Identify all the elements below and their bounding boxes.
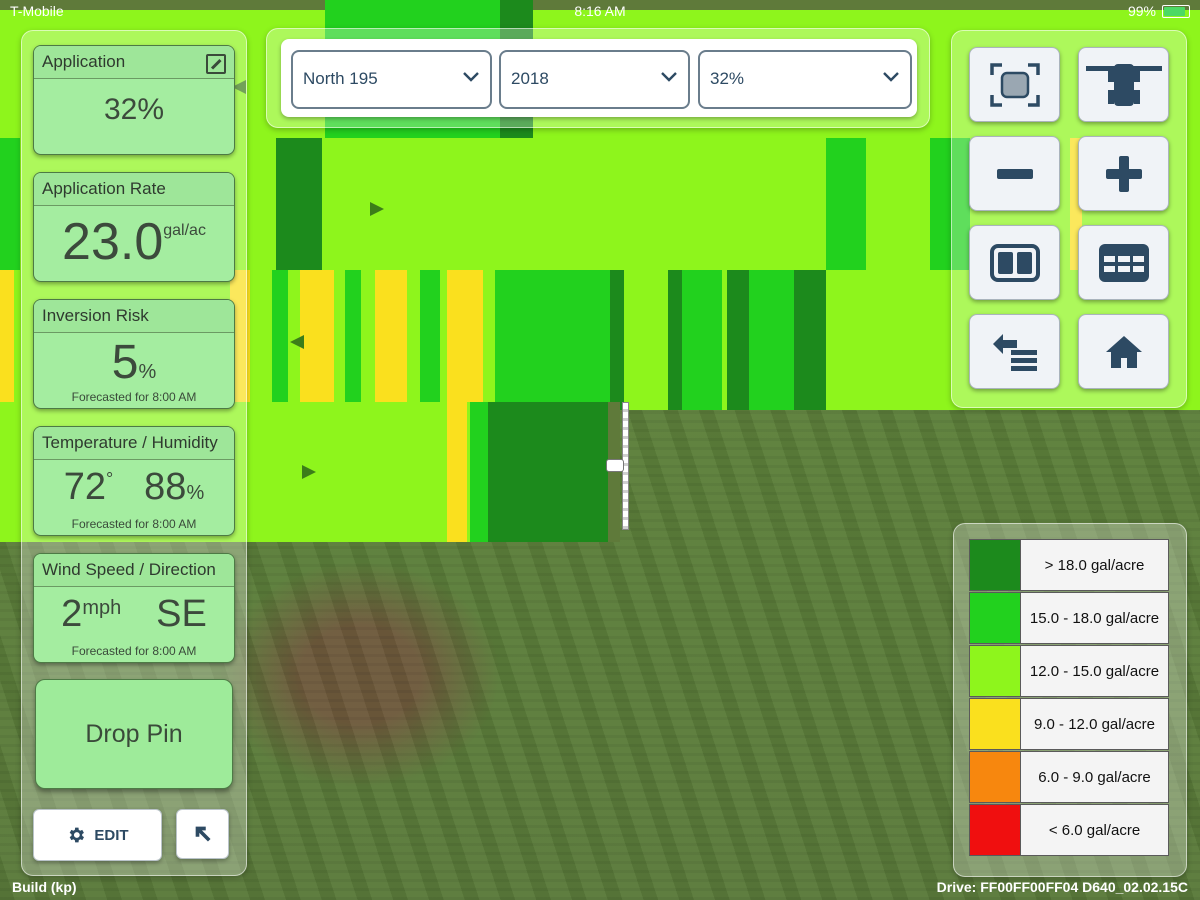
- edit-label: EDIT: [94, 826, 129, 844]
- legend-row: 9.0 - 12.0 gal/acre: [969, 698, 1169, 750]
- inversion-risk-value: 5: [111, 336, 139, 389]
- battery-percent: 99%: [1127, 3, 1156, 19]
- legend-swatch: [969, 592, 1021, 644]
- follow-vehicle-button[interactable]: [1078, 47, 1169, 122]
- humidity-value: 88: [144, 466, 187, 508]
- legend-swatch: [969, 698, 1021, 750]
- info-panel: Application 32% Application Rate 23.0gal…: [21, 30, 247, 876]
- application-rate-unit: gal/ac: [163, 222, 206, 239]
- card-title: Application Rate: [34, 173, 234, 206]
- chevron-down-icon: [883, 72, 899, 82]
- legend-label: 12.0 - 15.0 gal/acre: [1021, 645, 1169, 697]
- battery-indicator: 99%: [1128, 3, 1190, 19]
- split-view-icon: [989, 243, 1040, 282]
- travel-direction-arrow: [370, 202, 384, 216]
- clock: 8:16 AM: [574, 3, 626, 19]
- temperature-value: 72: [63, 466, 107, 508]
- year-dropdown[interactable]: 2018: [499, 50, 690, 109]
- drop-pin-button[interactable]: Drop Pin: [35, 679, 233, 789]
- home-button[interactable]: [1078, 314, 1169, 389]
- forecast-label: Forecasted for 8:00 AM: [71, 390, 197, 404]
- zoom-in-button[interactable]: [1078, 136, 1169, 211]
- swap-list-button[interactable]: [969, 314, 1060, 389]
- map-tools-panel: [951, 30, 1187, 408]
- legend-label: 9.0 - 12.0 gal/acre: [1021, 698, 1169, 750]
- card-title: Wind Speed / Direction: [34, 554, 234, 587]
- fit-screen-icon: [989, 62, 1040, 107]
- edit-icon[interactable]: [206, 54, 226, 74]
- zoom-out-button[interactable]: [969, 136, 1060, 211]
- inversion-risk-display: 5%: [34, 335, 234, 390]
- legend-row: 15.0 - 18.0 gal/acre: [969, 592, 1169, 644]
- table-icon: [1098, 243, 1149, 282]
- wind-speed-value: 2: [61, 593, 83, 635]
- temperature-humidity-card: Temperature / Humidity 72° 88% Forecaste…: [33, 426, 235, 536]
- card-title: Inversion Risk: [34, 300, 234, 333]
- tractor-icon: [1085, 63, 1162, 106]
- battery-icon: [1162, 4, 1190, 18]
- zoom-out-icon: [996, 168, 1033, 179]
- chevron-down-icon: [463, 72, 479, 82]
- selection-bar: North 195 2018 32%: [266, 28, 930, 128]
- rate-legend: > 18.0 gal/acre 15.0 - 18.0 gal/acre 12.…: [953, 523, 1187, 877]
- forecast-label: Forecasted for 8:00 AM: [71, 644, 197, 658]
- legend-swatch: [969, 804, 1021, 856]
- inversion-risk-unit: %: [138, 361, 157, 383]
- legend-row: 12.0 - 15.0 gal/acre: [969, 645, 1169, 697]
- chevron-down-icon: [661, 72, 677, 82]
- legend-label: 6.0 - 9.0 gal/acre: [1021, 751, 1169, 803]
- tractor-marker: [606, 459, 624, 472]
- wind-direction: SE: [156, 593, 207, 635]
- forecast-label: Forecasted for 8:00 AM: [71, 517, 197, 531]
- application-rate-value: 23.0: [62, 213, 164, 271]
- collapse-panel-button[interactable]: [176, 809, 229, 859]
- home-icon: [1105, 335, 1142, 368]
- split-view-button[interactable]: [969, 225, 1060, 300]
- arrow-up-left-icon: [195, 826, 211, 842]
- wind-display: 2mph SE: [34, 593, 234, 636]
- wind-speed-unit: mph: [82, 597, 122, 619]
- legend-row: < 6.0 gal/acre: [969, 804, 1169, 856]
- card-title: Temperature / Humidity: [34, 427, 234, 460]
- field-dropdown-value: North 195: [303, 69, 378, 88]
- legend-label: 15.0 - 18.0 gal/acre: [1021, 592, 1169, 644]
- travel-direction-arrow: [290, 335, 304, 349]
- application-card[interactable]: Application 32%: [33, 45, 235, 155]
- wind-card: Wind Speed / Direction 2mph SE Forecaste…: [33, 553, 235, 663]
- humidity-unit: %: [186, 482, 205, 504]
- application-value: 32%: [103, 93, 165, 126]
- temperature-unit: °: [106, 469, 114, 489]
- legend-row: > 18.0 gal/acre: [969, 539, 1169, 591]
- application-dropdown-value: 32%: [710, 69, 745, 88]
- field-dropdown[interactable]: North 195: [291, 50, 492, 109]
- fit-screen-button[interactable]: [969, 47, 1060, 122]
- year-dropdown-value: 2018: [511, 69, 549, 88]
- application-dropdown[interactable]: 32%: [698, 50, 912, 109]
- status-bar: T-Mobile 8:16 AM 99%: [0, 0, 1200, 22]
- legend-label: < 6.0 gal/acre: [1021, 804, 1169, 856]
- application-rate-card: Application Rate 23.0gal/ac: [33, 172, 235, 282]
- legend-label: > 18.0 gal/acre: [1021, 539, 1169, 591]
- drive-label: Drive: FF00FF00FF04 D640_02.02.15C: [936, 879, 1188, 895]
- legend-swatch: [969, 645, 1021, 697]
- temperature-humidity-display: 72° 88%: [34, 466, 234, 509]
- inversion-risk-card: Inversion Risk 5% Forecasted for 8:00 AM: [33, 299, 235, 409]
- table-view-button[interactable]: [1078, 225, 1169, 300]
- zoom-in-icon: [1105, 155, 1142, 192]
- card-title: Application: [34, 46, 234, 79]
- application-rate-display: 23.0gal/ac: [34, 212, 234, 272]
- legend-row: 6.0 - 9.0 gal/acre: [969, 751, 1169, 803]
- legend-swatch: [969, 751, 1021, 803]
- build-label: Build (kp): [12, 879, 77, 895]
- edit-button[interactable]: EDIT: [33, 809, 162, 861]
- travel-direction-arrow: [302, 465, 316, 479]
- selection-bar-inner: North 195 2018 32%: [281, 39, 917, 117]
- legend-swatch: [969, 539, 1021, 591]
- swap-list-icon: [992, 333, 1037, 371]
- gear-icon: [70, 827, 85, 843]
